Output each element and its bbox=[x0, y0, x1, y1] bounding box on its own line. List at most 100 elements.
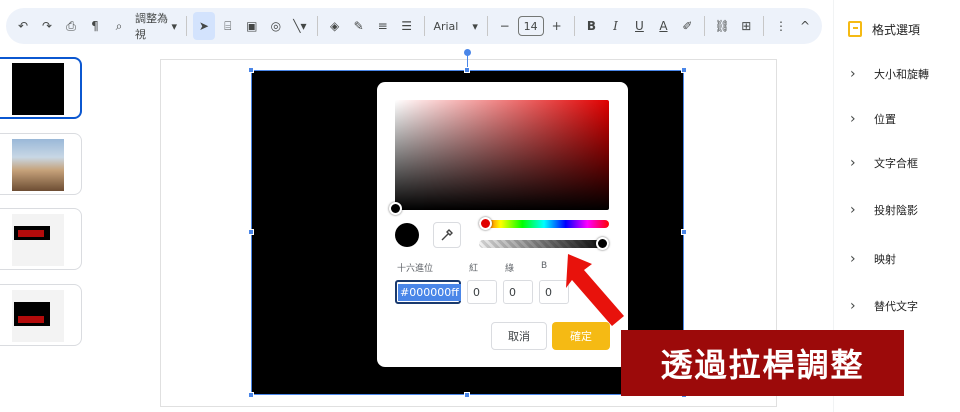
eyedropper-icon bbox=[441, 229, 453, 241]
thumbnail-black-slide bbox=[12, 63, 64, 115]
collapse-toolbar-icon[interactable]: ^ bbox=[794, 12, 816, 40]
thumbnail-banner bbox=[18, 316, 44, 323]
font-size-decrease-icon[interactable]: − bbox=[494, 12, 516, 40]
annotation-banner: 透過拉桿調整 bbox=[621, 330, 904, 396]
hex-label: 十六進位 bbox=[397, 264, 434, 274]
toolbar-divider bbox=[763, 16, 765, 36]
resize-handle-top[interactable] bbox=[464, 67, 470, 73]
chevron-right-icon: › bbox=[850, 155, 856, 171]
toolbar: ↶ ↷ ⎙ ¶ ⌕ 調整為視 ▾ ➤ ⌸ ▣ ◎ ╲▾ ◈ ✎ ≡ ☰ Aria… bbox=[0, 0, 822, 52]
resize-handle-top-right[interactable] bbox=[681, 67, 687, 73]
transparency-slider-knob[interactable] bbox=[596, 237, 609, 250]
red-input[interactable]: 0 bbox=[467, 280, 497, 304]
image-icon[interactable]: ▣ bbox=[241, 12, 263, 40]
hue-slider[interactable] bbox=[479, 220, 609, 228]
thumbnail-screenshot bbox=[12, 290, 64, 342]
font-size-increase-icon[interactable]: + bbox=[546, 12, 568, 40]
section-label: 映射 bbox=[874, 253, 896, 266]
format-options-title: 格式選項 bbox=[872, 22, 921, 37]
hex-value: #000000ff bbox=[398, 283, 461, 301]
toolbar-divider bbox=[486, 16, 488, 36]
paint-format-icon[interactable]: ¶ bbox=[84, 12, 106, 40]
slide-thumbnail[interactable] bbox=[0, 57, 82, 119]
link-icon[interactable]: ⛓ bbox=[711, 12, 733, 40]
undo-icon[interactable]: ↶ bbox=[12, 12, 34, 40]
format-options-header: 格式選項 bbox=[834, 0, 960, 58]
section-label: 位置 bbox=[874, 113, 896, 126]
section-label: 大小和旋轉 bbox=[874, 68, 929, 81]
green-input[interactable]: 0 bbox=[503, 280, 533, 304]
toolbar-strip: ↶ ↷ ⎙ ¶ ⌕ 調整為視 ▾ ➤ ⌸ ▣ ◎ ╲▾ ◈ ✎ ≡ ☰ Aria… bbox=[6, 8, 822, 44]
border-color-icon[interactable]: ✎ bbox=[348, 12, 370, 40]
toolbar-divider bbox=[186, 16, 187, 36]
fill-color-icon[interactable]: ◈ bbox=[324, 12, 346, 40]
format-options-icon bbox=[848, 21, 862, 37]
eyedropper-button[interactable] bbox=[433, 222, 461, 248]
section-position[interactable]: › 位置 bbox=[834, 111, 960, 127]
resize-handle-top-left[interactable] bbox=[248, 67, 254, 73]
zoom-icon[interactable]: ⌕ bbox=[108, 12, 130, 40]
select-tool-icon[interactable]: ➤ bbox=[192, 12, 215, 40]
zoom-label: 調整為視 bbox=[135, 12, 168, 41]
shape-icon[interactable]: ◎ bbox=[265, 12, 287, 40]
toolbar-divider bbox=[573, 16, 575, 36]
chevron-right-icon: › bbox=[850, 298, 856, 314]
rotation-handle[interactable] bbox=[464, 49, 471, 56]
section-reflection[interactable]: › 映射 bbox=[834, 251, 960, 267]
cancel-button[interactable]: 取消 bbox=[491, 322, 547, 350]
hue-slider-knob[interactable] bbox=[479, 217, 492, 230]
scrollbar[interactable] bbox=[819, 8, 825, 408]
highlight-icon[interactable]: ✐ bbox=[676, 12, 698, 40]
italic-button[interactable]: I bbox=[604, 12, 626, 40]
text-color-button[interactable]: A bbox=[652, 12, 674, 40]
red-label: 紅 bbox=[469, 264, 479, 274]
chevron-right-icon: › bbox=[850, 202, 856, 218]
slide-thumbnail[interactable] bbox=[0, 133, 82, 195]
green-label: 綠 bbox=[505, 264, 515, 274]
border-dash-icon[interactable]: ☰ bbox=[396, 12, 418, 40]
resize-handle-left[interactable] bbox=[248, 229, 254, 235]
section-alt-text[interactable]: › 替代文字 bbox=[834, 298, 960, 314]
annotation-arrow-shape bbox=[566, 254, 624, 326]
saturation-value-area[interactable] bbox=[395, 100, 609, 210]
chevron-right-icon: › bbox=[850, 66, 856, 82]
resize-handle-right[interactable] bbox=[681, 229, 687, 235]
text-box-icon[interactable]: ⌸ bbox=[217, 12, 239, 40]
font-family-select[interactable]: Arial ▾ bbox=[430, 12, 480, 40]
bold-button[interactable]: B bbox=[580, 12, 602, 40]
thumbnail-screenshot bbox=[12, 214, 64, 266]
resize-handle-bottom-left[interactable] bbox=[248, 392, 254, 398]
toolbar-divider bbox=[423, 16, 425, 36]
section-label: 替代文字 bbox=[874, 300, 918, 313]
underline-button[interactable]: U bbox=[628, 12, 650, 40]
chevron-right-icon: › bbox=[850, 251, 856, 267]
annotation-arrow bbox=[566, 254, 624, 326]
section-text-fitting[interactable]: › 文字合框 bbox=[834, 155, 960, 171]
thumbnail-photo bbox=[12, 139, 64, 191]
redo-icon[interactable]: ↷ bbox=[36, 12, 58, 40]
line-icon[interactable]: ╲▾ bbox=[289, 12, 311, 40]
section-label: 文字合框 bbox=[874, 157, 918, 170]
chevron-right-icon: › bbox=[850, 111, 856, 127]
comment-icon[interactable]: ⊞ bbox=[735, 12, 757, 40]
slide-thumbnail[interactable] bbox=[0, 284, 82, 346]
section-drop-shadow[interactable]: › 投射陰影 bbox=[834, 202, 960, 218]
font-size-input[interactable]: 14 bbox=[517, 16, 544, 36]
color-preview-swatch bbox=[395, 223, 419, 247]
zoom-dropdown[interactable]: 調整為視 ▾ bbox=[132, 12, 180, 41]
slide-thumbnail[interactable] bbox=[0, 208, 82, 270]
thumbnail-banner bbox=[18, 230, 44, 237]
slide-filmstrip bbox=[0, 52, 86, 412]
blue-label: B bbox=[541, 261, 548, 271]
section-label: 投射陰影 bbox=[874, 204, 918, 217]
saturation-value-knob[interactable] bbox=[389, 202, 402, 215]
resize-handle-bottom[interactable] bbox=[464, 392, 470, 398]
font-family-label: Arial bbox=[433, 19, 459, 33]
hex-input[interactable]: #000000ff bbox=[395, 280, 461, 304]
border-weight-icon[interactable]: ≡ bbox=[372, 12, 394, 40]
section-size-rotation[interactable]: › 大小和旋轉 bbox=[834, 66, 960, 82]
transparency-slider[interactable] bbox=[479, 240, 609, 248]
toolbar-divider bbox=[704, 16, 706, 36]
more-options-icon[interactable]: ⋮ bbox=[770, 12, 792, 40]
print-icon[interactable]: ⎙ bbox=[60, 12, 82, 40]
